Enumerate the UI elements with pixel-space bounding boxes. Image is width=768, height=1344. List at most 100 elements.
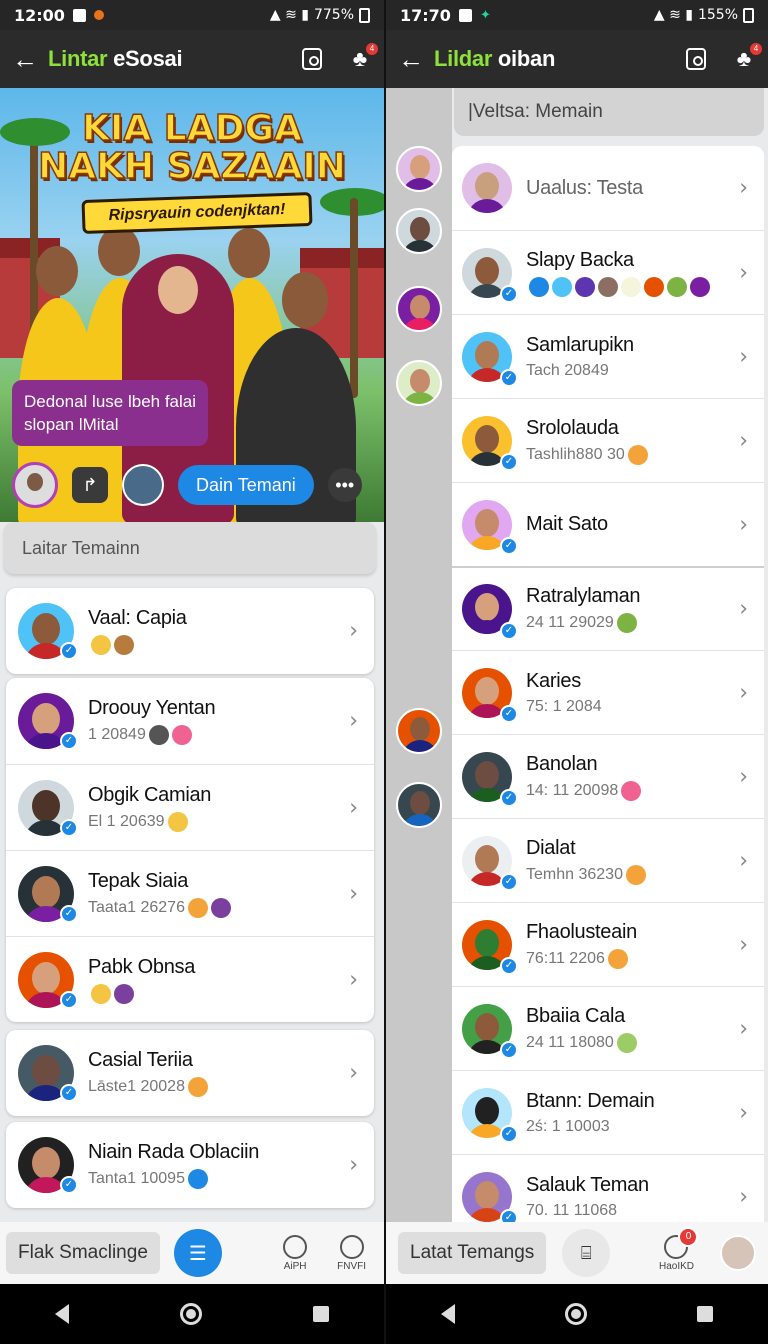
profile-avatar[interactable] — [720, 1235, 756, 1271]
notification-bell-icon[interactable]: ♣ 4 — [732, 43, 762, 71]
chevron-right-icon[interactable]: › — [739, 597, 748, 622]
list-item-text: Salauk Teman 70. 11 11068 — [526, 1174, 764, 1220]
system-back-icon[interactable] — [441, 1304, 455, 1324]
chevron-right-icon[interactable]: › — [349, 1153, 358, 1178]
join-friend-button[interactable]: Dain Temani — [178, 465, 314, 505]
system-home-icon[interactable] — [565, 1303, 587, 1325]
list-item[interactable]: ✓ Srololauda Tashlih880 30 › — [452, 398, 764, 482]
contact-status: 24 11 29029 — [526, 613, 764, 633]
list-item[interactable]: ✓ Vaal: Capia › — [6, 588, 374, 674]
chevron-right-icon[interactable]: › — [739, 680, 748, 705]
search-bar[interactable]: Laitar Temainn — [4, 522, 376, 574]
back-arrow-icon[interactable]: ← — [12, 44, 48, 75]
avatar[interactable] — [12, 462, 58, 508]
battery-icon — [743, 7, 754, 23]
list-item[interactable]: ✓ Casial Teriia Lāste1 20028 › — [6, 1030, 374, 1116]
message-icon: 0 — [664, 1226, 699, 1259]
list-item[interactable]: ✓ Dialat Temhn 36230 › — [452, 818, 764, 902]
list-item[interactable]: ✓ Slapy Backa › — [452, 230, 764, 314]
chevron-right-icon[interactable]: › — [349, 709, 358, 734]
rail-avatar[interactable] — [396, 782, 442, 828]
chevron-right-icon[interactable]: › — [739, 1184, 748, 1209]
bottom-nav-item[interactable]: FNVFI — [337, 1234, 366, 1272]
emoji-icon — [644, 276, 664, 297]
list-item[interactable]: ✓ Tepak Siaia Taata1 26276 › — [6, 850, 374, 936]
list-item[interactable]: Uaalus: Testa › — [452, 146, 764, 230]
contact-status — [526, 276, 764, 297]
bottom-pill-button[interactable]: Flak Smaclinge — [6, 1232, 160, 1274]
bottom-pill-button[interactable]: Latat Temangs — [398, 1232, 547, 1274]
hero-banner[interactable]: KIA LADGA NAKH SAZAAIN Ripsryauin codenj… — [0, 88, 384, 522]
notification-bell-icon[interactable]: ♣ 4 — [348, 43, 378, 71]
rail-avatar[interactable] — [396, 360, 442, 406]
emoji-icon — [575, 276, 595, 297]
avatar-face — [475, 844, 499, 873]
camera-icon[interactable] — [686, 48, 706, 70]
rail-avatar[interactable] — [396, 208, 442, 254]
rail-avatar[interactable] — [396, 708, 442, 754]
chevron-right-icon[interactable]: › — [739, 344, 748, 369]
chat-icon[interactable]: ⌸ — [562, 1229, 611, 1277]
app-notification-icon — [93, 10, 104, 20]
contact-status — [88, 635, 374, 655]
chevron-right-icon[interactable]: › — [739, 260, 748, 285]
contact-status: Tach 20849 — [526, 362, 764, 380]
list-item[interactable]: ✓ Fhaolusteain 76:11 2206 › — [452, 902, 764, 986]
list-item[interactable]: ✓ Obgik Camian El 1 20639 › — [6, 764, 374, 850]
back-arrow-icon[interactable]: ← — [398, 44, 434, 75]
list-item[interactable]: ✓ Mait Sato › — [452, 482, 764, 566]
avatar[interactable] — [462, 163, 512, 213]
system-home-icon[interactable] — [179, 1303, 202, 1325]
chevron-right-icon[interactable]: › — [739, 848, 748, 873]
status-text: 2ś: 1 10003 — [526, 1117, 610, 1135]
chevron-right-icon[interactable]: › — [739, 932, 748, 957]
share-icon[interactable]: ↱ — [72, 467, 108, 503]
chevron-right-icon[interactable]: › — [739, 1100, 748, 1125]
system-back-icon[interactable] — [55, 1304, 70, 1324]
contact-name: Mait Sato — [526, 513, 608, 535]
list-item[interactable]: ✓ Karies 75: 1 2084 › — [452, 650, 764, 734]
contact-name: Tepak Siaia — [88, 869, 189, 892]
chevron-right-icon[interactable]: › — [739, 512, 748, 537]
status-text: 14: 11 20098 — [526, 781, 619, 799]
list-item[interactable]: ✓ Btann: Demain 2ś: 1 10003 › — [452, 1070, 764, 1154]
list-item[interactable]: ✓ Droouy Yentan 1 20849 › — [6, 678, 374, 764]
avatar-face — [32, 613, 60, 645]
rail-avatar[interactable] — [396, 146, 442, 192]
list-item[interactable]: ✓ Samlarupikn Tach 20849 › — [452, 314, 764, 398]
rail-avatar[interactable] — [396, 286, 442, 332]
list-item-text: Niain Rada Oblaciin Tanta1 10095 — [88, 1141, 374, 1189]
list-item[interactable]: ✓ Ratralylaman 24 11 29029 › — [452, 566, 764, 650]
chevron-right-icon[interactable]: › — [739, 764, 748, 789]
chevron-right-icon[interactable]: › — [349, 1061, 358, 1086]
chevron-right-icon[interactable]: › — [349, 795, 358, 820]
status-right: ▲ ≋ ▮ 155% — [654, 7, 754, 23]
avatar[interactable] — [122, 464, 164, 506]
more-icon[interactable]: ••• — [327, 468, 362, 502]
chevron-right-icon[interactable]: › — [739, 1016, 748, 1041]
system-recents-icon[interactable] — [697, 1306, 713, 1322]
chevron-right-icon[interactable]: › — [349, 967, 358, 992]
bottom-nav-item[interactable]: 0 HaoIKD — [659, 1226, 699, 1272]
avatar-face — [475, 172, 499, 200]
list-item[interactable]: ✓ Niain Rada Oblaciin Tanta1 10095 › — [6, 1122, 374, 1208]
emoji-icon — [621, 276, 641, 297]
chevron-right-icon[interactable]: › — [739, 428, 748, 453]
list-item[interactable]: ✓ Bbaiia Cala 24 11 18080 › — [452, 986, 764, 1070]
list-fab-icon[interactable]: ☰ — [173, 1229, 222, 1277]
emoji-icon — [625, 864, 646, 885]
chevron-right-icon[interactable]: › — [739, 176, 748, 201]
bottom-nav-item[interactable]: AiPH — [283, 1234, 308, 1272]
status-pill[interactable]: |Veltsa: Memain — [454, 88, 764, 136]
promo-card[interactable]: Dedonal luse lbeh falai slopan lMital — [12, 380, 208, 446]
camera-icon[interactable] — [302, 48, 322, 70]
chevron-right-icon[interactable]: › — [349, 881, 358, 906]
list-item[interactable]: ✓ Banolan 14: 11 20098 › — [452, 734, 764, 818]
list-item[interactable]: ✓ Pabk Obnsa › — [6, 936, 374, 1022]
system-recents-icon[interactable] — [312, 1306, 329, 1322]
battery-icon — [359, 7, 370, 23]
emoji-icon — [667, 276, 687, 297]
chevron-right-icon[interactable]: › — [349, 619, 358, 644]
list-item-text: Srololauda Tashlih880 30 — [526, 417, 764, 465]
status-time: 17:70 — [400, 5, 451, 25]
